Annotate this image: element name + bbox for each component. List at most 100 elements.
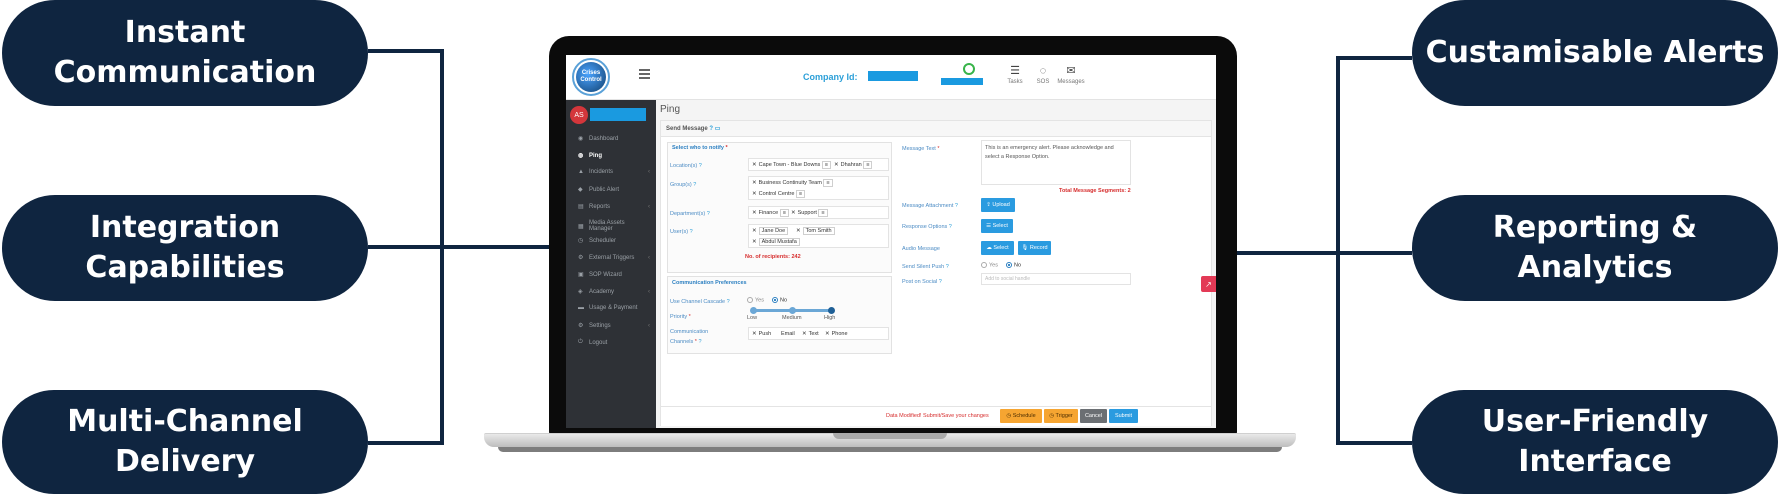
expand-icon[interactable]: ≡ bbox=[823, 179, 833, 187]
sidebar-item-scheduler[interactable]: ◷ Scheduler bbox=[578, 237, 650, 245]
tag-text: Support bbox=[797, 210, 817, 216]
field-label: Send Silent Push bbox=[902, 264, 945, 270]
dashboard-icon: ◉ bbox=[578, 136, 584, 142]
social-handle-input[interactable]: Add to social handle bbox=[981, 273, 1131, 285]
help-icon[interactable]: ? bbox=[727, 299, 730, 305]
sidebar-item-sop-wizard[interactable]: ▣ SOP Wizard bbox=[578, 271, 650, 279]
sidebar-item-logout[interactable]: ⏻ Logout bbox=[578, 339, 650, 346]
sidebar-item-dashboard[interactable]: ◉ Dashboard bbox=[578, 135, 650, 143]
tag-channel[interactable]: Email bbox=[781, 330, 795, 338]
sidebar-item-settings[interactable]: ⚙ Settings ‹ bbox=[578, 322, 650, 330]
sidebar-item-usage-payment[interactable]: ▬ Usage & Payment bbox=[578, 305, 650, 311]
remove-icon[interactable]: ✕ bbox=[752, 191, 757, 197]
help-icon[interactable]: ? bbox=[709, 126, 713, 132]
expand-icon[interactable]: ≡ bbox=[863, 161, 873, 169]
help-icon[interactable]: ? bbox=[946, 264, 949, 270]
sidebar-item-reports[interactable]: ▤ Reports ‹ bbox=[578, 203, 650, 211]
chevron-left-icon: ‹ bbox=[648, 288, 650, 295]
tag-channel[interactable]: ✕ Phone bbox=[825, 330, 848, 338]
user-status-icon[interactable] bbox=[963, 63, 975, 75]
help-icon[interactable]: ? bbox=[707, 211, 710, 217]
tag-user[interactable]: ✕ Tom Smith bbox=[796, 227, 835, 235]
help-icon[interactable]: ? bbox=[699, 163, 702, 169]
help-icon[interactable]: ? bbox=[955, 203, 958, 209]
expand-icon[interactable]: ↗ bbox=[1201, 276, 1216, 292]
tag-user[interactable]: ✕ Jane Doe bbox=[752, 227, 789, 235]
feature-pill-integration-capabilities: Integration Capabilities bbox=[2, 195, 368, 301]
expand-icon[interactable]: ≡ bbox=[795, 190, 806, 198]
help-icon[interactable]: ? bbox=[698, 339, 701, 345]
response-options-label: Response Options ? bbox=[902, 224, 952, 230]
field-label: Priority bbox=[670, 314, 688, 320]
remove-icon[interactable]: ✕ bbox=[802, 331, 807, 337]
trigger-button[interactable]: ◷ Trigger bbox=[1044, 409, 1078, 423]
help-icon[interactable]: ? bbox=[939, 279, 942, 285]
help-icon[interactable]: ? bbox=[949, 224, 952, 230]
tag-group[interactable]: ✕ Business Continuity Team ≡ bbox=[752, 179, 833, 187]
remove-icon[interactable]: ✕ bbox=[752, 180, 757, 186]
priority-slider-stop-low[interactable] bbox=[750, 307, 757, 314]
remove-icon[interactable]: ✕ bbox=[752, 331, 757, 337]
tag-department[interactable]: ✕ Finance ≡ bbox=[752, 209, 789, 217]
response-select-button[interactable]: ☰ Select bbox=[981, 219, 1013, 233]
groups-label: Group(s) ? bbox=[670, 182, 696, 188]
academy-icon: ◈ bbox=[578, 289, 583, 295]
priority-slider-stop-medium[interactable] bbox=[789, 307, 796, 314]
help-icon[interactable]: ? bbox=[693, 182, 696, 188]
cancel-button[interactable]: Cancel bbox=[1080, 409, 1107, 423]
cascade-no-radio[interactable]: No bbox=[772, 297, 787, 303]
tag-location[interactable]: ✕ Dhahran ≡ bbox=[834, 161, 873, 169]
priority-slider-handle[interactable] bbox=[828, 307, 835, 314]
remove-icon[interactable]: ✕ bbox=[791, 210, 796, 216]
remove-icon[interactable]: ✕ bbox=[825, 331, 830, 337]
schedule-button[interactable]: ◷ Schedule bbox=[1000, 409, 1042, 423]
silent-no-radio[interactable]: No bbox=[1006, 262, 1021, 268]
tag-text: Finance bbox=[758, 210, 779, 216]
tag-group[interactable]: ✕ Control Centre ≡ bbox=[752, 190, 806, 198]
remove-icon[interactable]: ✕ bbox=[752, 228, 757, 234]
button-label: Select bbox=[992, 223, 1008, 229]
message-text-area[interactable]: This is an emergency alert. Please ackno… bbox=[981, 140, 1131, 185]
app-logo[interactable]: Crises Control bbox=[572, 58, 610, 96]
sos-icon: ◌ bbox=[1039, 65, 1047, 77]
sidebar-item-public-alert[interactable]: ◆ Public Alert bbox=[578, 186, 650, 194]
expand-icon[interactable]: ≡ bbox=[821, 161, 832, 169]
avatar[interactable]: AS bbox=[570, 106, 588, 124]
menu-toggle-icon[interactable] bbox=[639, 69, 650, 79]
tag-channel[interactable]: ✕ Push bbox=[752, 330, 771, 338]
tag-text: Cape Town - Blue Downs bbox=[758, 162, 821, 168]
tag-department[interactable]: ✕ Support ≡ bbox=[791, 209, 828, 217]
submit-button[interactable]: Submit bbox=[1109, 409, 1138, 423]
remove-icon[interactable]: ✕ bbox=[752, 239, 757, 245]
remove-icon[interactable]: ✕ bbox=[834, 162, 839, 168]
tag-channel[interactable]: ✕ Text bbox=[802, 330, 819, 338]
audio-select-button[interactable]: ☁ Select bbox=[981, 241, 1014, 255]
recipients-label: No. of recipients: bbox=[745, 254, 790, 260]
sidebar-item-incidents[interactable]: ▲ Incidents ‹ bbox=[578, 169, 650, 175]
record-button[interactable]: 🎙 Record bbox=[1018, 241, 1051, 255]
header-messages[interactable]: ✉ Messages bbox=[1056, 65, 1086, 85]
cascade-yes-radio[interactable]: Yes bbox=[747, 297, 764, 303]
sidebar-item-ping[interactable]: ◍ Ping bbox=[578, 152, 650, 160]
remove-icon[interactable]: ✕ bbox=[796, 228, 801, 234]
tag-user[interactable]: ✕ Abdul Mustafa bbox=[752, 238, 800, 246]
sidebar-item-academy[interactable]: ◈ Academy ‹ bbox=[578, 288, 650, 296]
tag-location[interactable]: ✕ Cape Town - Blue Downs ≡ bbox=[752, 161, 832, 169]
feature-label: Communication bbox=[53, 55, 317, 90]
header-sos[interactable]: ◌ SOS bbox=[1028, 65, 1058, 85]
upload-button[interactable]: ⇪ Upload bbox=[981, 198, 1015, 212]
header-tasks[interactable]: ☰ Tasks bbox=[1000, 65, 1030, 85]
sidebar-item-media-assets-manager[interactable]: ▦ Media Assets Manager bbox=[578, 220, 650, 232]
silent-yes-radio[interactable]: Yes bbox=[981, 262, 998, 268]
expand-icon[interactable]: ≡ bbox=[779, 209, 789, 217]
expand-icon[interactable]: ≡ bbox=[818, 209, 828, 217]
monitor-icon[interactable]: ▭ bbox=[715, 126, 721, 132]
help-icon[interactable]: ? bbox=[690, 229, 693, 235]
tag-text: Business Continuity Team bbox=[758, 180, 822, 186]
triggers-icon: ⚙ bbox=[578, 255, 584, 261]
remove-icon[interactable]: ✕ bbox=[752, 210, 757, 216]
remove-icon[interactable]: ✕ bbox=[752, 162, 757, 168]
section-title: Communication Preferences bbox=[672, 280, 747, 286]
required-marker: * bbox=[694, 339, 697, 345]
sidebar-item-external-triggers[interactable]: ⚙ External Triggers ‹ bbox=[578, 254, 650, 262]
